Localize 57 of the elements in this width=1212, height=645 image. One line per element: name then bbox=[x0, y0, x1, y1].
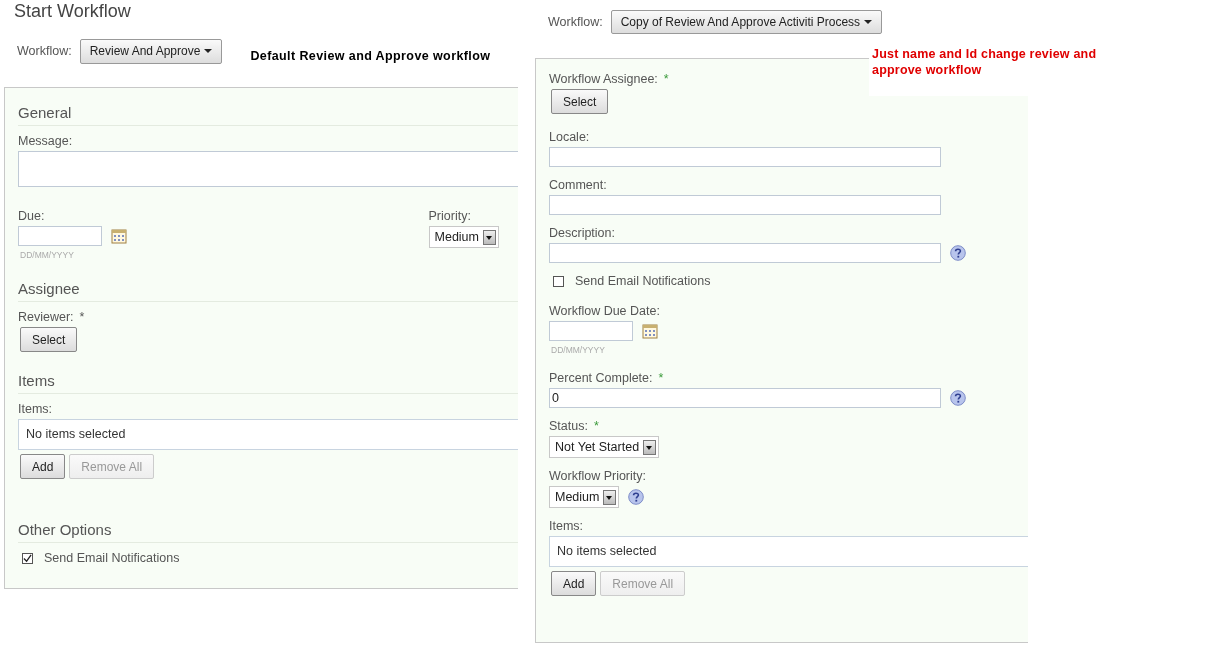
add-button[interactable]: Add bbox=[551, 571, 597, 596]
annotation-note: Default Review and Approve workflow bbox=[250, 49, 491, 63]
field-label: Priority: bbox=[428, 209, 471, 223]
text-field[interactable] bbox=[549, 243, 941, 263]
field-label: Items: bbox=[18, 402, 53, 416]
select-button[interactable]: Select bbox=[551, 89, 609, 114]
help-icon[interactable] bbox=[950, 245, 966, 261]
priority-select[interactable]: Medium bbox=[428, 226, 499, 248]
calendar-icon bbox=[111, 228, 127, 244]
caret-icon bbox=[864, 20, 873, 24]
date-field[interactable] bbox=[18, 226, 102, 246]
required-mark: * bbox=[663, 72, 669, 86]
required-mark: * bbox=[658, 371, 664, 385]
items-list: No items selected bbox=[549, 536, 1028, 567]
help-icon[interactable] bbox=[950, 390, 966, 406]
field-label: Description: bbox=[549, 226, 615, 240]
date-field[interactable] bbox=[549, 321, 633, 341]
field-label: Locale: bbox=[549, 130, 590, 144]
workflow-dropdown[interactable]: Copy of Review And Approve Activiti Process bbox=[610, 10, 883, 34]
workflow-dropdown[interactable]: Review And Approve bbox=[79, 38, 223, 64]
workflow-label: Workflow: bbox=[17, 44, 72, 58]
page-title: Start Workflow bbox=[13, 0, 132, 23]
section-heading: General bbox=[18, 104, 518, 126]
section-heading: Items bbox=[18, 372, 518, 394]
checkbox-label: Send Email Notifications bbox=[44, 551, 180, 565]
dropdown-select[interactable]: Medium bbox=[549, 486, 620, 508]
field-label: Percent Complete: bbox=[549, 371, 653, 385]
field-label: Workflow Priority: bbox=[549, 469, 646, 483]
select-button[interactable]: Select bbox=[20, 327, 78, 352]
field-label: Workflow Due Date: bbox=[549, 304, 660, 318]
section-heading: Other Options bbox=[18, 521, 518, 543]
text-field[interactable] bbox=[549, 195, 941, 215]
calendar-icon bbox=[642, 323, 658, 339]
text-field[interactable] bbox=[549, 147, 941, 167]
checkbox[interactable] bbox=[22, 552, 33, 564]
checkbox[interactable] bbox=[553, 275, 564, 287]
field-label: Items: bbox=[549, 519, 584, 533]
field-label: Status: bbox=[549, 419, 588, 433]
required-mark: * bbox=[593, 419, 599, 433]
message-field[interactable] bbox=[18, 151, 518, 187]
field-label: Reviewer: bbox=[18, 310, 74, 324]
dropdown-select[interactable]: Not Yet Started bbox=[549, 436, 660, 458]
workflow-label: Workflow: bbox=[548, 15, 603, 29]
section-heading: Assignee bbox=[18, 280, 518, 302]
text-field[interactable]: 0 bbox=[549, 388, 941, 408]
date-format-hint: DD/MM/YYYY bbox=[550, 345, 606, 355]
required-mark: * bbox=[79, 310, 85, 324]
checkbox-label: Send Email Notifications bbox=[575, 274, 711, 288]
items-list: No items selected bbox=[18, 419, 518, 450]
help-icon[interactable] bbox=[628, 489, 645, 505]
field-label: Workflow Assignee: bbox=[549, 72, 658, 86]
caret-icon bbox=[204, 49, 213, 53]
field-label: Due: bbox=[18, 209, 45, 223]
date-format-hint: DD/MM/YYYY bbox=[19, 250, 75, 260]
field-label: Comment: bbox=[549, 178, 607, 192]
add-button[interactable]: Add bbox=[20, 454, 66, 479]
field-label: Message: bbox=[18, 134, 73, 148]
